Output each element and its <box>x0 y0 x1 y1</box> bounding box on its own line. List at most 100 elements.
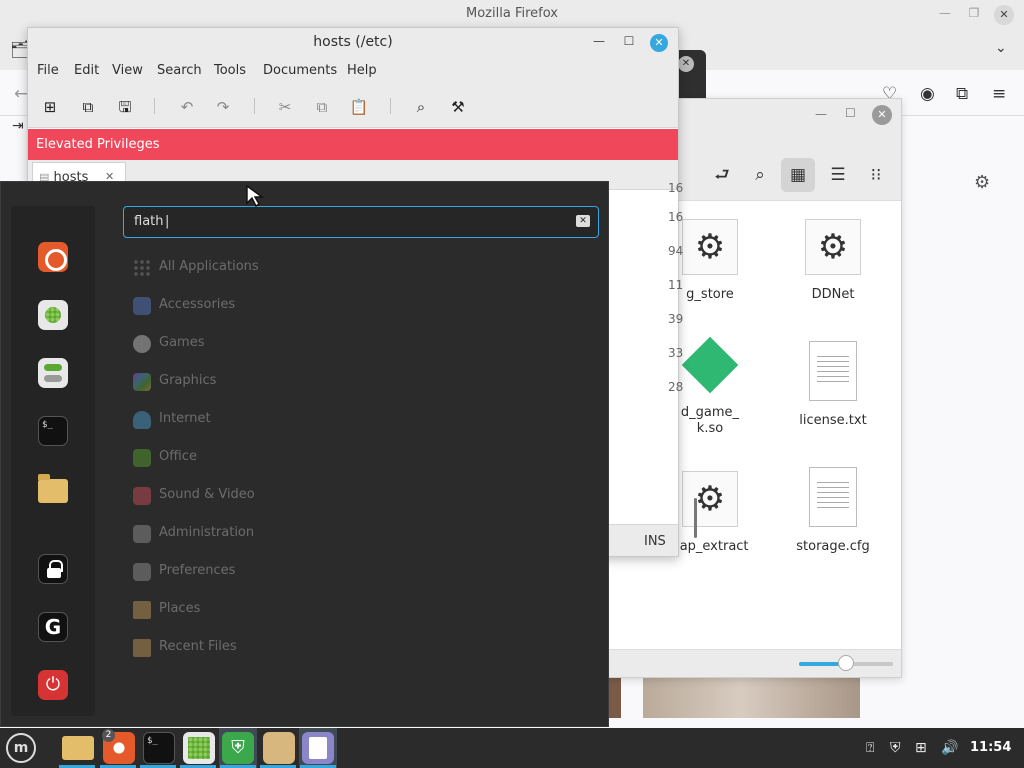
close-icon[interactable]: ✕ <box>994 5 1014 25</box>
system-settings-icon[interactable] <box>38 358 68 388</box>
minimize-icon[interactable]: — <box>936 6 954 20</box>
maximize-icon[interactable]: ☐ <box>845 106 856 120</box>
close-icon[interactable]: ✕ <box>650 34 668 52</box>
cut-icon[interactable]: ✂ <box>274 96 296 118</box>
open-terminal-icon[interactable]: ⮐ <box>705 158 739 192</box>
search-icon[interactable]: ⌕ <box>743 158 777 192</box>
category-sound-video[interactable]: Sound & Video <box>131 484 431 508</box>
shield-icon[interactable]: ⛨ <box>890 740 901 756</box>
file-item[interactable]: ⚙ DDNet <box>778 219 888 303</box>
grid-view-icon[interactable]: ▦ <box>781 158 815 192</box>
office-icon <box>133 449 151 467</box>
category-label: Internet <box>159 411 211 426</box>
network-icon[interactable]: ⊞ <box>915 740 927 756</box>
minimize-icon[interactable]: — <box>590 34 608 48</box>
category-all-applications[interactable]: All Applications <box>131 256 431 280</box>
line-number: 39 <box>668 312 684 326</box>
clear-search-icon[interactable]: ✕ <box>576 215 590 227</box>
file-item[interactable]: license.txt <box>778 341 888 429</box>
undo-icon[interactable]: ↶ <box>176 96 198 118</box>
cloud-icon <box>133 411 151 429</box>
category-label: Preferences <box>159 563 236 578</box>
account-icon[interactable]: ◉ <box>920 84 935 104</box>
category-label: Accessories <box>159 297 236 312</box>
toolbar-separator <box>390 98 391 114</box>
toolbar-separator <box>254 98 255 114</box>
category-administration[interactable]: Administration <box>131 522 431 546</box>
category-preferences[interactable]: Preferences <box>131 560 431 584</box>
sign-in-icon[interactable]: ⇥ <box>12 118 24 134</box>
category-recent-files[interactable]: Recent Files <box>131 636 431 660</box>
software-manager-icon[interactable] <box>183 732 215 764</box>
list-view-icon[interactable]: ☰ <box>821 158 855 192</box>
maximize-icon[interactable]: ☐ <box>620 34 638 48</box>
folder-icon[interactable] <box>38 474 68 503</box>
copy-icon[interactable]: ⧉ <box>311 96 333 118</box>
minimize-icon[interactable]: — <box>815 107 827 121</box>
menu-file[interactable]: File <box>37 63 59 78</box>
mint-menu-icon[interactable]: m <box>6 733 36 763</box>
volume-icon[interactable]: 🔊 <box>941 740 958 756</box>
menu-help[interactable]: Help <box>347 63 377 78</box>
redo-icon[interactable]: ↷ <box>212 96 234 118</box>
lock-screen-icon[interactable] <box>38 554 68 584</box>
category-office[interactable]: Office <box>131 446 431 470</box>
firefox-title: Mozilla Firefox <box>466 6 558 21</box>
category-places[interactable]: Places <box>131 598 431 622</box>
accessories-icon <box>133 297 151 315</box>
power-icon[interactable]: ⏻ <box>38 670 68 700</box>
menu-tools[interactable]: Tools <box>214 63 246 78</box>
search-icon[interactable]: ⌕ <box>410 96 432 118</box>
clock[interactable]: 11:54 <box>970 740 1011 755</box>
folder-icon <box>133 601 151 619</box>
insert-mode-indicator[interactable]: INS <box>644 534 666 549</box>
window-count-badge: 2 <box>102 729 115 742</box>
paste-icon[interactable]: 📋 <box>348 96 370 118</box>
menu-documents[interactable]: Documents <box>263 63 337 78</box>
menu-view[interactable]: View <box>112 63 143 78</box>
chevron-down-icon[interactable]: ⌄ <box>995 40 1007 56</box>
search-input-value: flath <box>134 214 164 229</box>
shield-icon[interactable]: ⛨ <box>222 732 254 764</box>
maximize-icon[interactable]: ❐ <box>965 6 983 20</box>
menubar: File Edit View Search Tools Documents He… <box>28 58 678 84</box>
category-label: Office <box>159 449 197 464</box>
recent-folder-icon <box>133 639 151 657</box>
category-accessories[interactable]: Accessories <box>131 294 431 318</box>
replace-icon[interactable]: ⚒ <box>447 96 469 118</box>
file-manager-statusbar <box>601 649 901 677</box>
logout-icon[interactable]: G <box>38 612 68 642</box>
scrollbar[interactable] <box>694 498 697 538</box>
close-icon[interactable]: ✕ <box>872 105 892 125</box>
file-item[interactable]: storage.cfg <box>778 467 888 555</box>
archive-icon[interactable] <box>263 732 295 764</box>
elevated-privileges-banner: Elevated Privileges <box>28 129 678 160</box>
menu-icon[interactable]: ≡ <box>992 84 1006 104</box>
compact-view-icon[interactable]: ⁝⁝ <box>859 158 893 192</box>
file-label: storage.cfg <box>796 539 870 554</box>
category-graphics[interactable]: Graphics <box>131 370 431 394</box>
category-label: All Applications <box>159 259 259 274</box>
terminal-icon[interactable]: $_ <box>38 416 68 446</box>
update-manager-icon[interactable]: ⍰ <box>866 740 874 756</box>
files-icon[interactable] <box>62 736 94 760</box>
software-manager-icon[interactable] <box>38 300 68 330</box>
menu-edit[interactable]: Edit <box>74 63 99 78</box>
category-internet[interactable]: Internet <box>131 408 431 432</box>
open-document-icon[interactable]: ⧉ <box>77 96 99 118</box>
text-file-icon <box>809 341 857 401</box>
line-number: 16 <box>668 181 684 195</box>
zoom-slider-handle[interactable] <box>838 655 854 671</box>
gear-icon[interactable]: ⚙ <box>974 172 990 193</box>
close-icon[interactable]: ✕ <box>678 56 694 72</box>
menu-search[interactable]: Search <box>157 63 202 78</box>
category-games[interactable]: Games <box>131 332 431 356</box>
media-icon <box>133 487 151 505</box>
firefox-icon[interactable] <box>38 242 68 272</box>
new-document-icon[interactable]: ⊞ <box>39 96 61 118</box>
search-input[interactable]: flath | ✕ <box>123 206 599 238</box>
terminal-icon[interactable]: $_ <box>143 732 175 764</box>
save-icon[interactable]: 🖫 <box>114 96 136 118</box>
extensions-icon[interactable]: ⧉ <box>956 84 968 104</box>
text-editor-icon[interactable] <box>302 732 334 764</box>
